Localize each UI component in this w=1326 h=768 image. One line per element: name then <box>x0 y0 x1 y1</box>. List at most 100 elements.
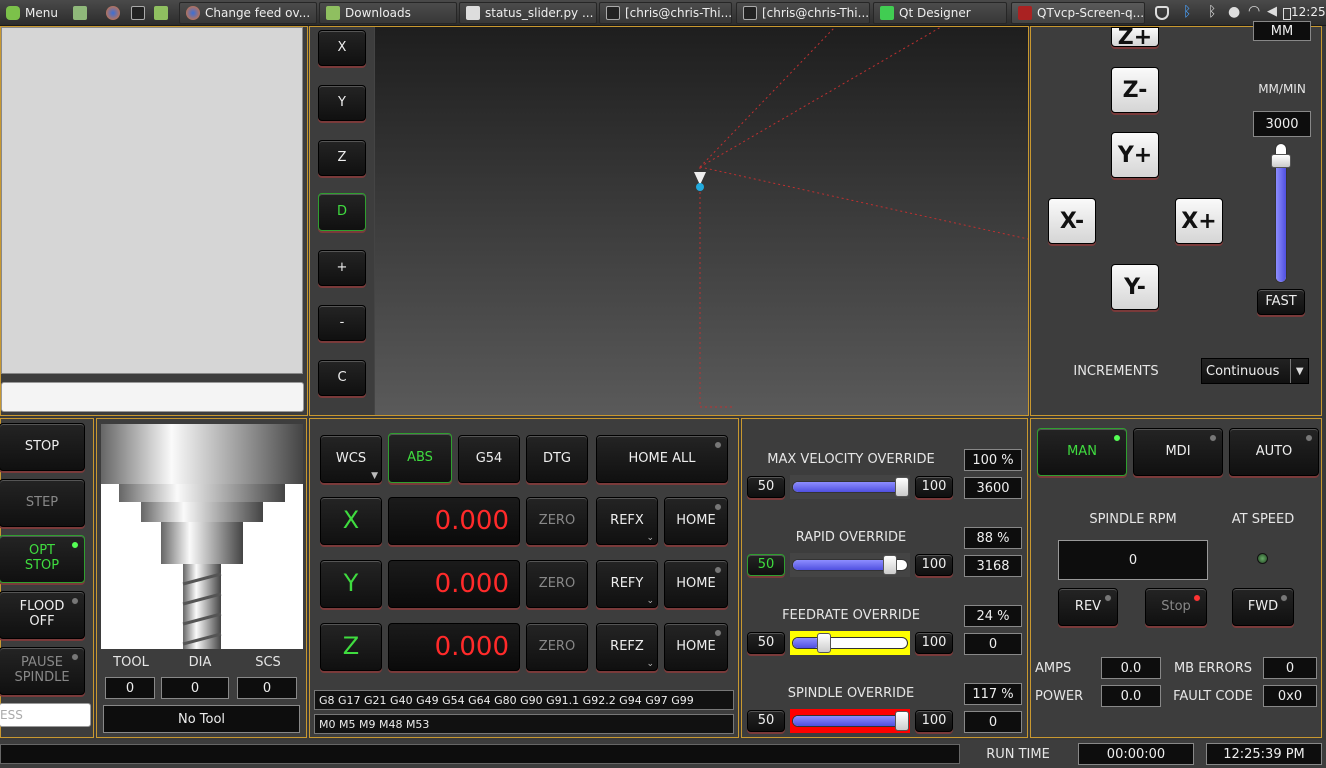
mdi-mode-button[interactable]: MDI <box>1133 428 1223 476</box>
home-x-button[interactable]: HOME <box>664 497 728 545</box>
wcs-button[interactable]: WCS ▼ <box>320 435 382 483</box>
volume-icon[interactable]: ◀ <box>1267 4 1277 19</box>
g54-button[interactable]: G54 <box>458 435 520 483</box>
override-slider-handle[interactable] <box>895 711 909 731</box>
abs-button[interactable]: ABS <box>388 433 452 483</box>
override-slider[interactable] <box>790 553 910 577</box>
axis-z-label[interactable]: Z <box>320 623 382 671</box>
override-percent-display: 117 % <box>964 683 1022 705</box>
firefox-icon[interactable] <box>106 6 120 20</box>
taskbar-window-terminal-1[interactable]: [chris@chris-Thi... <box>599 2 732 24</box>
shield-icon[interactable] <box>1155 6 1169 20</box>
jog-rate-slider[interactable] <box>1271 143 1291 283</box>
taskbar-window-qtvcp[interactable]: QTvcp-Screen-q... <box>1011 2 1145 24</box>
toolpath-canvas[interactable] <box>375 26 1029 415</box>
address-input[interactable]: ESS <box>0 703 91 727</box>
spindle-forward-button[interactable]: FWD <box>1232 588 1294 626</box>
zero-z-button[interactable]: ZERO <box>526 623 588 671</box>
opt-stop-button[interactable]: OPT STOP <box>0 535 85 583</box>
auto-mode-button[interactable]: AUTO <box>1229 428 1319 476</box>
override-min-button[interactable]: 50 <box>747 710 785 732</box>
axis-x-label[interactable]: X <box>320 497 382 545</box>
mint-logo-icon <box>6 6 20 20</box>
window-label: Downloads <box>345 6 411 20</box>
wifi-icon[interactable]: ◠ <box>1248 3 1260 19</box>
chevron-down-icon[interactable]: ▼ <box>1290 359 1308 383</box>
override-slider-handle[interactable] <box>882 555 897 575</box>
address-placeholder: ESS <box>0 708 23 722</box>
manual-mode-button[interactable]: MAN <box>1037 428 1127 476</box>
home-all-button[interactable]: HOME ALL <box>596 435 728 483</box>
home-y-led <box>714 566 722 574</box>
home-z-button[interactable]: HOME <box>664 623 728 671</box>
bluetooth-icon[interactable]: ᛒ <box>1208 4 1216 20</box>
jog-y-plus-button[interactable]: Y+ <box>1111 132 1159 178</box>
dtg-button[interactable]: DTG <box>526 435 588 483</box>
spindle-reverse-button[interactable]: REV <box>1058 588 1118 626</box>
increments-label: INCREMENTS <box>1073 364 1159 379</box>
refx-button[interactable]: REFX ⌄ <box>596 497 658 545</box>
battery-icon[interactable] <box>1283 8 1291 20</box>
taskbar-clock[interactable]: 12:25 <box>1291 5 1326 19</box>
view-y-button[interactable]: Y <box>318 85 366 121</box>
pause-spindle-label: PAUSE SPINDLE <box>14 655 70 685</box>
file-path-field[interactable] <box>1 382 304 412</box>
fast-button[interactable]: FAST <box>1257 289 1305 315</box>
override-max-button[interactable]: 100 <box>915 632 953 654</box>
show-desktop-icon[interactable] <box>73 6 87 20</box>
override-slider-handle[interactable] <box>817 633 832 653</box>
clear-view-button[interactable]: C <box>318 360 366 396</box>
jog-z-plus-button[interactable]: Z+ <box>1111 25 1159 50</box>
taskbar-window-qt-designer[interactable]: Qt Designer <box>873 2 1007 24</box>
pause-spindle-button[interactable]: PAUSE SPINDLE <box>0 647 85 695</box>
override-slider[interactable] <box>790 709 910 733</box>
taskbar-window-change-feed[interactable]: Change feed ov... <box>179 2 317 24</box>
refy-button[interactable]: REFY ⌄ <box>596 560 658 608</box>
chevron-down-icon: ⌄ <box>646 658 654 669</box>
home-y-button[interactable]: HOME <box>664 560 728 608</box>
files-icon[interactable] <box>154 6 168 20</box>
view-z-button[interactable]: Z <box>318 140 366 176</box>
step-button[interactable]: STEP <box>0 479 85 527</box>
override-max-button[interactable]: 100 <box>915 710 953 732</box>
jog-rate-slider-handle[interactable] <box>1271 154 1291 169</box>
override-max-button[interactable]: 100 <box>915 554 953 576</box>
terminal-icon[interactable] <box>131 6 145 20</box>
user-icon[interactable]: ● <box>1228 4 1240 20</box>
jog-z-minus-button[interactable]: Z- <box>1111 67 1159 113</box>
bluetooth-icon[interactable]: ᛒ <box>1183 4 1191 20</box>
view-x-button[interactable]: X <box>318 30 366 66</box>
override-slider[interactable] <box>790 475 910 499</box>
zero-x-button[interactable]: ZERO <box>526 497 588 545</box>
x-position-display: 0.000 <box>388 497 520 545</box>
override-value-display: 3168 <box>964 555 1022 577</box>
machine-bounds-svg <box>694 26 1029 408</box>
override-min-button[interactable]: 50 <box>747 632 785 654</box>
file-preview-area[interactable] <box>1 27 303 374</box>
stop-button[interactable]: STOP <box>0 423 85 471</box>
taskbar-window-terminal-2[interactable]: [chris@chris-Thi... <box>736 2 870 24</box>
spindle-stop-button[interactable]: Stop <box>1145 588 1207 626</box>
taskbar-window-downloads[interactable]: Downloads <box>319 2 457 24</box>
jog-x-plus-button[interactable]: X+ <box>1175 198 1223 244</box>
taskbar-window-status-slider[interactable]: status_slider.py ... <box>459 2 597 24</box>
refz-button[interactable]: REFZ ⌄ <box>596 623 658 671</box>
view-d-button[interactable]: D <box>318 193 366 231</box>
zoom-out-button[interactable]: - <box>318 305 366 341</box>
override-min-button[interactable]: 50 <box>747 554 785 576</box>
jog-x-minus-button[interactable]: X- <box>1048 198 1096 244</box>
override-min-button[interactable]: 50 <box>747 476 785 498</box>
axis-y-label[interactable]: Y <box>320 560 382 608</box>
increments-select[interactable]: Continuous ▼ <box>1201 358 1309 384</box>
power-label: POWER <box>1035 689 1084 704</box>
override-slider-fill <box>793 716 907 726</box>
zoom-in-button[interactable]: + <box>318 250 366 286</box>
flood-off-button[interactable]: FLOOD OFF <box>0 591 85 639</box>
start-menu[interactable]: Menu <box>0 0 58 26</box>
mdi-mode-led <box>1209 434 1217 442</box>
override-slider-handle[interactable] <box>895 477 909 497</box>
override-slider[interactable] <box>790 631 910 655</box>
jog-y-minus-button[interactable]: Y- <box>1111 264 1159 310</box>
zero-y-button[interactable]: ZERO <box>526 560 588 608</box>
override-max-button[interactable]: 100 <box>915 476 953 498</box>
